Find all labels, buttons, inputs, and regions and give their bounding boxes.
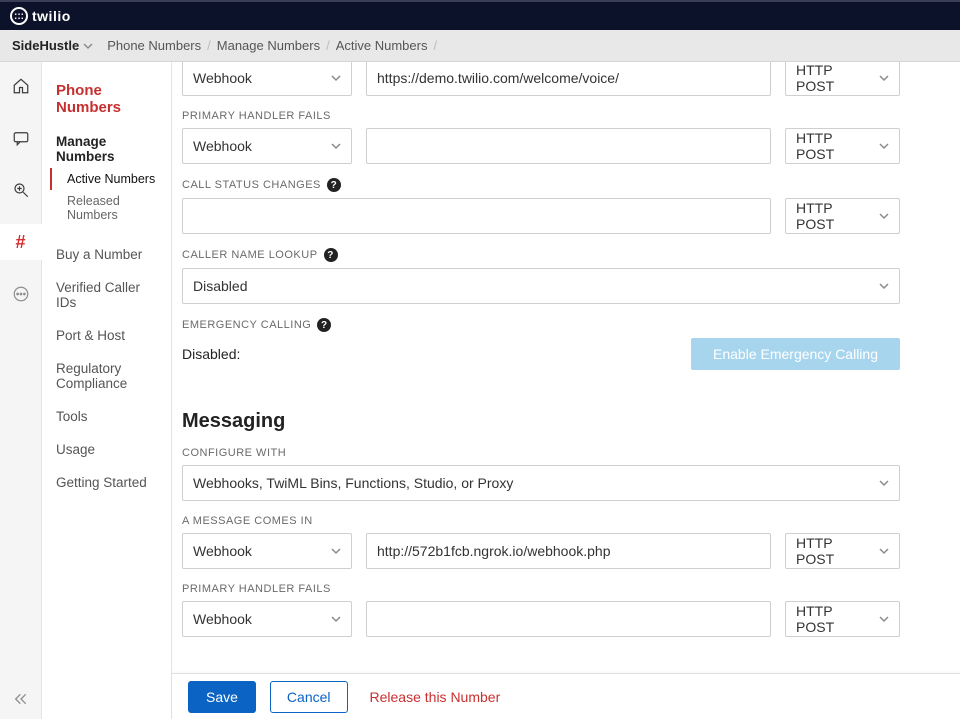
- side-title: Phone Numbers: [56, 82, 161, 116]
- side-regulatory-compliance[interactable]: Regulatory Compliance: [56, 352, 161, 400]
- voice-caller-lookup[interactable]: Disabled: [182, 268, 900, 304]
- voice-caller-lookup-label: CALLER NAME LOOKUP ?: [182, 248, 900, 262]
- voice-callin-method[interactable]: HTTP POST: [785, 62, 900, 96]
- help-icon[interactable]: ?: [317, 318, 331, 332]
- messaging-configure-select[interactable]: Webhooks, TwiML Bins, Functions, Studio,…: [182, 465, 900, 501]
- rail-collapse[interactable]: [13, 691, 29, 707]
- messaging-message-in-label: A MESSAGE COMES IN: [182, 515, 900, 527]
- rail-home[interactable]: [0, 68, 42, 104]
- side-port-host[interactable]: Port & Host: [56, 319, 161, 352]
- breadcrumb-sep: /: [207, 38, 211, 53]
- voice-callin-type[interactable]: Webhook: [182, 62, 352, 96]
- account-switcher[interactable]: SideHustle: [12, 38, 93, 53]
- voice-status-label: CALL STATUS CHANGES ?: [182, 178, 900, 192]
- hash-icon: #: [15, 232, 25, 253]
- help-icon[interactable]: ?: [324, 248, 338, 262]
- content: Webhook HTTP POST PRIMARY HANDLER FAILS: [172, 62, 960, 673]
- breadcrumb-sep: /: [433, 38, 437, 53]
- rail-more[interactable]: [0, 276, 42, 312]
- icon-rail: #: [0, 62, 42, 719]
- brand-name: twilio: [32, 8, 71, 24]
- enable-emergency-button[interactable]: Enable Emergency Calling: [691, 338, 900, 370]
- chevron-down-icon: [83, 42, 93, 50]
- messaging-message-in-url[interactable]: [366, 533, 771, 569]
- voice-primary-fail-type[interactable]: Webhook: [182, 128, 352, 164]
- twilio-logo-icon: :::: [10, 7, 28, 25]
- side-buy-number[interactable]: Buy a Number: [56, 238, 161, 271]
- brand-logo[interactable]: ::: twilio: [10, 7, 71, 25]
- breadcrumb-0[interactable]: Phone Numbers: [107, 38, 201, 53]
- voice-primary-fail-url[interactable]: [366, 128, 771, 164]
- messaging-message-in-type[interactable]: Webhook: [182, 533, 352, 569]
- messaging-primary-fail-type[interactable]: Webhook: [182, 601, 352, 637]
- side-nav: Phone Numbers Manage Numbers Active Numb…: [42, 62, 172, 719]
- breadcrumb-1[interactable]: Manage Numbers: [217, 38, 320, 53]
- messaging-primary-fail-label: PRIMARY HANDLER FAILS: [182, 583, 900, 595]
- side-usage[interactable]: Usage: [56, 433, 161, 466]
- messaging-primary-fail-url[interactable]: [366, 601, 771, 637]
- voice-primary-fail-method[interactable]: HTTP POST: [785, 128, 900, 164]
- emergency-status: Disabled:: [182, 346, 240, 362]
- side-manage-group[interactable]: Manage Numbers: [56, 134, 161, 164]
- account-name: SideHustle: [12, 38, 79, 53]
- side-active-numbers[interactable]: Active Numbers: [50, 168, 161, 190]
- side-verified-caller-ids[interactable]: Verified Caller IDs: [56, 271, 161, 319]
- top-bar: ::: twilio: [0, 0, 960, 30]
- messaging-primary-fail-method[interactable]: HTTP POST: [785, 601, 900, 637]
- footer-bar: Save Cancel Release this Number: [172, 673, 960, 719]
- messaging-message-in-method[interactable]: HTTP POST: [785, 533, 900, 569]
- breadcrumb-sep: /: [326, 38, 330, 53]
- voice-status-url[interactable]: [182, 198, 771, 234]
- breadcrumb-bar: SideHustle Phone Numbers / Manage Number…: [0, 30, 960, 62]
- side-getting-started[interactable]: Getting Started: [56, 466, 161, 499]
- main-shell: # Phone Numbers Manage Numbers Active Nu…: [0, 62, 960, 719]
- messaging-heading: Messaging: [182, 410, 900, 433]
- save-button[interactable]: Save: [188, 681, 256, 713]
- release-number-link[interactable]: Release this Number: [370, 689, 501, 705]
- rail-messaging[interactable]: [0, 120, 42, 156]
- rail-lookup[interactable]: [0, 172, 42, 208]
- side-tools[interactable]: Tools: [56, 400, 161, 433]
- voice-callin-url[interactable]: [366, 62, 771, 96]
- help-icon[interactable]: ?: [327, 178, 341, 192]
- rail-phone-numbers[interactable]: #: [0, 224, 42, 260]
- voice-emergency-label: EMERGENCY CALLING ?: [182, 318, 900, 332]
- content-wrap: Webhook HTTP POST PRIMARY HANDLER FAILS: [172, 62, 960, 719]
- breadcrumb-2[interactable]: Active Numbers: [336, 38, 428, 53]
- voice-status-method[interactable]: HTTP POST: [785, 198, 900, 234]
- cancel-button[interactable]: Cancel: [270, 681, 348, 713]
- voice-primary-fail-label: PRIMARY HANDLER FAILS: [182, 110, 900, 122]
- more-icon: [12, 285, 30, 303]
- side-released-numbers[interactable]: Released Numbers: [59, 190, 161, 226]
- messaging-configure-label: CONFIGURE WITH: [182, 447, 900, 459]
